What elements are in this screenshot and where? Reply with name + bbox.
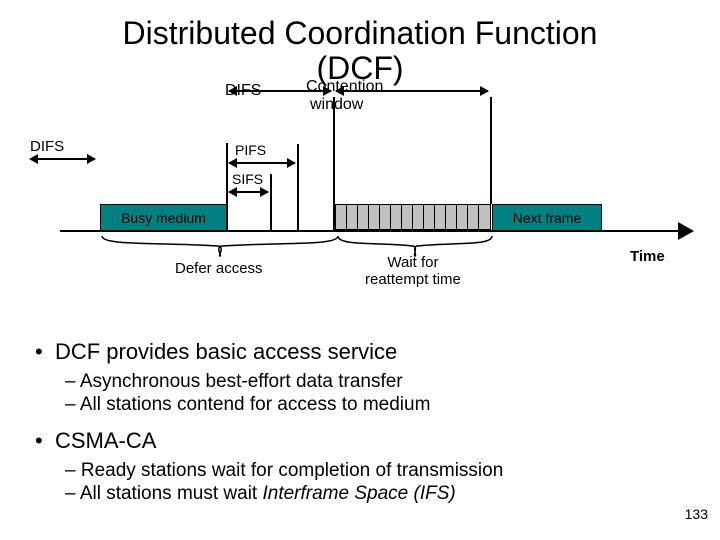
contention-label: Contention: [306, 78, 383, 96]
contention-span: [336, 90, 488, 92]
defer-access-label: Defer access: [175, 260, 263, 277]
time-axis: [60, 230, 680, 232]
difs-top-span: [229, 90, 331, 92]
sifs-label: SIFS: [232, 171, 263, 187]
tick-sifs-end: [270, 174, 272, 230]
page-title: Distributed Coordination Function (DCF): [0, 0, 720, 86]
page-number: 133: [685, 506, 708, 522]
bullet-1-sub-2: All stations contend for access to mediu…: [65, 393, 503, 417]
bullet-1: • DCF provides basic access service: [35, 338, 503, 366]
wait-label: Wait for reattempt time: [365, 254, 461, 288]
bullet-2: • CSMA-CA: [35, 427, 503, 455]
defer-brace-icon: [100, 234, 340, 258]
bullet-2-sub-2: All stations must wait Interframe Space …: [65, 482, 503, 506]
bullet-1-sub-1: Asynchronous best-effort data transfer: [65, 370, 503, 394]
busy-medium-box: Busy medium: [100, 204, 227, 232]
window-label: window: [310, 96, 363, 114]
title-line-1: Distributed Coordination Function: [0, 16, 720, 51]
next-frame-box: Next frame: [492, 204, 602, 232]
difs-left-label: DIFS: [30, 138, 64, 155]
contention-window-slots: [335, 204, 491, 230]
timing-diagram: DIFS PIFS SIFS Busy medium Next frame: [60, 130, 690, 330]
pifs-label: PIFS: [235, 142, 266, 158]
bullet-list: • DCF provides basic access service Asyn…: [35, 338, 503, 516]
pifs-span: [229, 162, 295, 164]
sifs-span: [229, 191, 268, 193]
tick-pifs-end: [297, 144, 299, 230]
time-axis-arrow-icon: [678, 222, 694, 240]
bullet-2-sub-1: Ready stations wait for completion of tr…: [65, 459, 503, 483]
difs-left-span: [30, 158, 95, 160]
time-axis-label: Time: [630, 248, 665, 265]
tick-cw-end: [490, 97, 492, 204]
